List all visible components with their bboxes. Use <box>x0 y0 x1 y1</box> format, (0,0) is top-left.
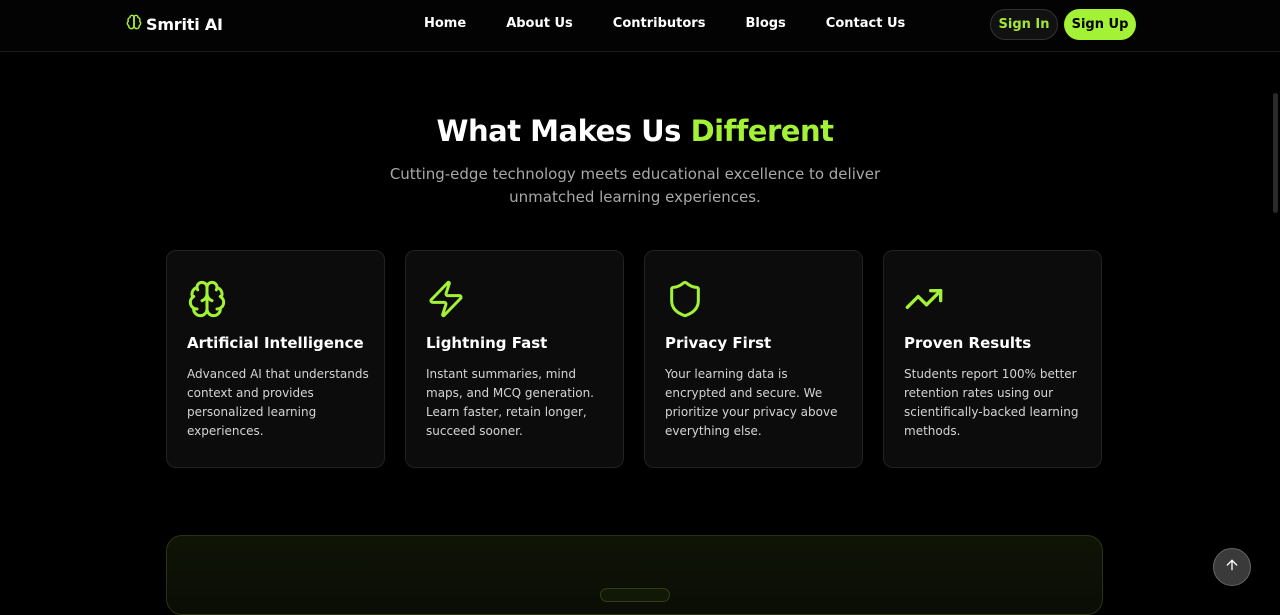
card-title: Artificial Intelligence <box>187 334 364 352</box>
section-subtitle: Cutting-edge technology meets educationa… <box>389 165 881 206</box>
lightning-icon <box>426 279 466 319</box>
nav-link-contact-us[interactable]: Contact Us <box>826 16 905 31</box>
feature-card-lightning: Lightning Fast Instant summaries, mind m… <box>405 250 624 468</box>
nav-link-blogs[interactable]: Blogs <box>745 16 785 31</box>
back-to-top-button[interactable] <box>1213 548 1251 586</box>
trending-up-icon <box>904 279 944 319</box>
scrollbar-thumb[interactable] <box>1273 93 1278 213</box>
card-title: Proven Results <box>904 334 1032 352</box>
card-description: Your learning data is encrypted and secu… <box>665 367 838 438</box>
feature-card-results: Proven Results Students report 100% bett… <box>883 250 1102 468</box>
section-title-main: What Makes Us <box>436 114 682 148</box>
nav-link-home[interactable]: Home <box>424 16 466 31</box>
section-title-accent: Different <box>690 114 834 148</box>
card-description: Instant summaries, mind maps, and MCQ ge… <box>426 367 594 438</box>
nav-link-about-us[interactable]: About Us <box>506 16 573 31</box>
feature-card-privacy: Privacy First Your learning data is encr… <box>644 250 863 468</box>
brand-name: Smriti AI <box>146 14 223 34</box>
cta-badge <box>600 588 670 602</box>
sign-in-button[interactable]: Sign In <box>990 9 1058 40</box>
nav-links: Home About Us Contributors Blogs Contact… <box>424 16 905 31</box>
sign-up-button[interactable]: Sign Up <box>1064 9 1136 40</box>
section-title: What Makes Us Different <box>0 114 1270 148</box>
feature-card-ai: Artificial Intelligence Advanced AI that… <box>166 250 385 468</box>
cta-panel <box>166 535 1103 615</box>
arrow-up-icon <box>1224 557 1240 577</box>
nav-link-contributors[interactable]: Contributors <box>613 16 706 31</box>
card-title: Privacy First <box>665 334 772 352</box>
card-description: Students report 100% better retention ra… <box>904 367 1079 438</box>
navbar: Smriti AI Home About Us Contributors Blo… <box>0 0 1280 52</box>
brain-icon <box>187 279 227 319</box>
card-description: Advanced AI that understands context and… <box>187 367 369 438</box>
shield-icon <box>665 279 705 319</box>
brain-icon <box>126 14 142 34</box>
brand-logo[interactable]: Smriti AI <box>126 14 223 34</box>
card-title: Lightning Fast <box>426 334 548 352</box>
